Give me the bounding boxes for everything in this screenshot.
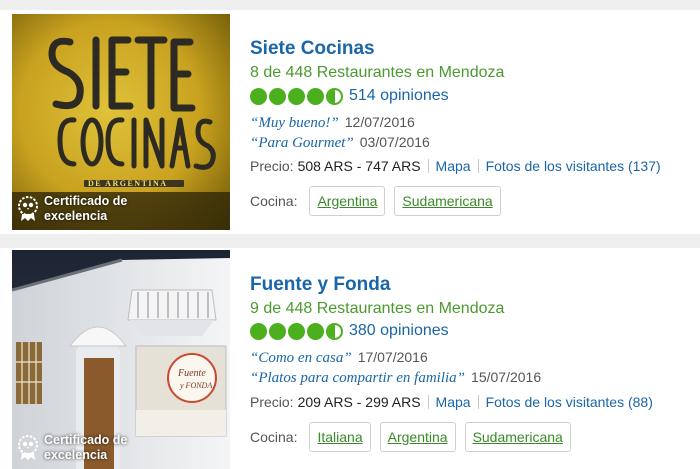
restaurant-name-link[interactable]: Siete Cocinas — [250, 38, 375, 60]
svg-text:y FONDA: y FONDA — [179, 381, 212, 390]
divider — [477, 159, 479, 173]
review-quote: “Como en casa” 17/07/2016 — [250, 349, 428, 367]
cuisine-tag-argentina[interactable]: Argentina — [379, 422, 456, 452]
price-row: Precio: 508 ARS - 747 ARS Mapa Fotos de … — [250, 158, 661, 174]
rating-bubble-full-icon — [288, 322, 305, 340]
reviews-count-link[interactable]: 514 opiniones — [349, 87, 449, 105]
rating-bubble-full-icon — [269, 322, 286, 340]
badge-text: Certificado de excelencia — [44, 194, 127, 224]
badge-line-2: excelencia — [44, 448, 108, 462]
map-link[interactable]: Mapa — [436, 158, 471, 174]
excellence-badge: Certificado de excelencia — [16, 192, 127, 226]
price-row: Precio: 209 ARS - 299 ARS Mapa Fotos de … — [250, 394, 653, 410]
price-value: 209 ARS - 299 ARS — [297, 394, 421, 410]
restaurant-rank: 8 de 448 Restaurantes en Mendoza — [250, 64, 505, 81]
rating-bubbles-icon — [250, 87, 345, 105]
cuisine-row: Cocina: Argentina Sudamericana — [250, 186, 510, 216]
rating-bubble-half-icon — [326, 322, 343, 340]
rating-bubble-full-icon — [288, 87, 305, 105]
divider — [427, 159, 429, 173]
review-quote: “Muy bueno!” 12/07/2016 — [250, 114, 415, 132]
cuisine-tag-sudamericana[interactable]: Sudamericana — [394, 186, 501, 216]
svg-text:DE ARGENTINA: DE ARGENTINA — [88, 179, 168, 188]
restaurant-photo[interactable]: DE ARGENTINA Certificado de excelencia — [12, 14, 230, 230]
badge-line-1: Certificado de — [44, 194, 128, 208]
review-date: 03/07/2016 — [359, 134, 430, 150]
excellence-badge: Certificado de excelencia — [16, 431, 127, 465]
rating-bubble-full-icon — [250, 87, 267, 105]
cuisine-label: Cocina: — [250, 193, 298, 209]
rating-row: 380 opiniones — [250, 321, 449, 341]
rating-bubble-full-icon — [250, 322, 267, 340]
price-label: Precio: — [250, 394, 294, 410]
rating-bubbles-icon — [250, 322, 345, 340]
badge-line-1: Certificado de — [44, 433, 128, 447]
restaurant-card: DE ARGENTINA Certificado de excelencia S… — [0, 10, 700, 234]
visitor-photos-link[interactable]: Fotos de los visitantes (137) — [486, 158, 661, 174]
cuisine-tag-italiana[interactable]: Italiana — [309, 422, 371, 452]
cuisine-row: Cocina: Italiana Argentina Sudamericana — [250, 422, 580, 452]
review-date: 17/07/2016 — [357, 349, 428, 365]
cuisine-tag-sudamericana[interactable]: Sudamericana — [464, 422, 571, 452]
rating-bubble-half-icon — [326, 87, 343, 105]
review-date: 12/07/2016 — [344, 114, 415, 130]
rating-bubble-full-icon — [307, 87, 324, 105]
review-quote-link[interactable]: “Como en casa” — [250, 350, 352, 366]
review-quote: “Platos para compartir en familia” 15/07/… — [250, 369, 541, 387]
visitor-photos-link[interactable]: Fotos de los visitantes (88) — [486, 394, 653, 410]
divider — [477, 395, 479, 409]
restaurant-card: Fuente y FONDA Certificado de excelencia… — [0, 248, 700, 469]
cuisine-label: Cocina: — [250, 429, 298, 445]
badge-line-2: excelencia — [44, 209, 108, 223]
award-owl-icon — [18, 196, 38, 221]
divider — [427, 395, 429, 409]
rating-row: 514 opiniones — [250, 86, 449, 106]
price-label: Precio: — [250, 158, 294, 174]
review-quote-link[interactable]: “Platos para compartir en familia” — [250, 370, 465, 386]
map-link[interactable]: Mapa — [436, 394, 471, 410]
award-owl-icon — [18, 435, 38, 460]
restaurant-photo[interactable]: Fuente y FONDA Certificado de excelencia — [12, 250, 230, 469]
svg-text:Fuente: Fuente — [177, 368, 206, 379]
reviews-count-link[interactable]: 380 opiniones — [349, 322, 449, 340]
restaurant-name-link[interactable]: Fuente y Fonda — [250, 274, 390, 296]
review-quote-link[interactable]: “Para Gourmet” — [250, 135, 354, 151]
review-quote: “Para Gourmet” 03/07/2016 — [250, 134, 430, 152]
cuisine-tag-argentina[interactable]: Argentina — [309, 186, 386, 216]
review-quote-link[interactable]: “Muy bueno!” — [250, 115, 339, 131]
rating-bubble-full-icon — [269, 87, 286, 105]
restaurant-rank: 9 de 448 Restaurantes en Mendoza — [250, 300, 505, 317]
price-value: 508 ARS - 747 ARS — [297, 158, 421, 174]
review-date: 15/07/2016 — [471, 369, 542, 385]
rating-bubble-full-icon — [307, 322, 324, 340]
badge-text: Certificado de excelencia — [44, 433, 127, 463]
